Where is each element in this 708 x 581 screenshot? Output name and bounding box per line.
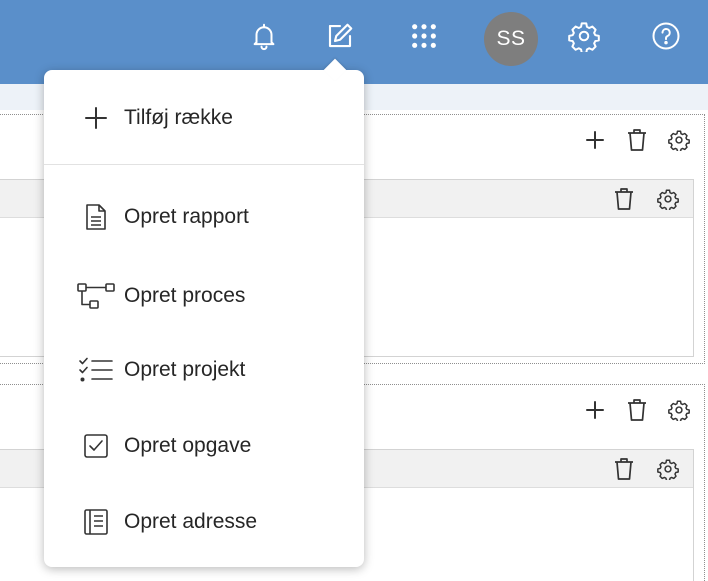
widget-2-tools (611, 456, 681, 482)
menu-item-create-address[interactable]: Opret adresse (44, 494, 364, 550)
menu-item-add-row[interactable]: Tilføj række (44, 90, 364, 146)
menu-item-create-process[interactable]: Opret proces (44, 268, 364, 324)
gear-icon[interactable] (666, 127, 692, 153)
menu-item-create-task[interactable]: Opret opgave (44, 418, 364, 474)
widget-1-tools (611, 186, 681, 212)
gear-icon[interactable] (666, 397, 692, 423)
menu-item-label: Opret opgave (124, 434, 252, 457)
checklist-icon (76, 350, 116, 390)
help-icon[interactable] (648, 18, 684, 54)
gear-icon[interactable] (655, 456, 681, 482)
trash-icon[interactable] (611, 186, 637, 212)
menu-item-label: Opret proces (124, 284, 246, 307)
process-flow-icon (76, 276, 116, 316)
apps-grid-icon[interactable] (406, 18, 442, 54)
plus-icon (76, 98, 116, 138)
menu-item-label: Opret projekt (124, 358, 246, 381)
plus-icon[interactable] (582, 397, 608, 423)
gear-icon[interactable] (655, 186, 681, 212)
create-menu-dropdown: Tilføj række Opret rapport Opret proces … (44, 58, 364, 567)
avatar-initials: SS (496, 27, 526, 50)
trash-icon[interactable] (611, 456, 637, 482)
checkbox-icon (76, 426, 116, 466)
menu-item-label: Opret adresse (124, 510, 258, 533)
menu-item-create-report[interactable]: Opret rapport (44, 189, 364, 245)
row-1-tools (582, 127, 692, 153)
menu-item-create-project[interactable]: Opret projekt (44, 342, 364, 398)
address-book-icon (76, 502, 116, 542)
row-2-tools (582, 397, 692, 423)
plus-icon[interactable] (582, 127, 608, 153)
trash-icon[interactable] (624, 127, 650, 153)
document-icon (76, 197, 116, 237)
bell-icon[interactable] (246, 18, 282, 54)
settings-gear-icon[interactable] (566, 18, 602, 54)
menu-divider (44, 164, 364, 165)
user-avatar[interactable]: SS (484, 12, 538, 66)
edit-icon[interactable] (322, 18, 358, 54)
menu-item-label: Tilføj række (124, 106, 233, 129)
menu-item-label: Opret rapport (124, 205, 249, 228)
trash-icon[interactable] (624, 397, 650, 423)
